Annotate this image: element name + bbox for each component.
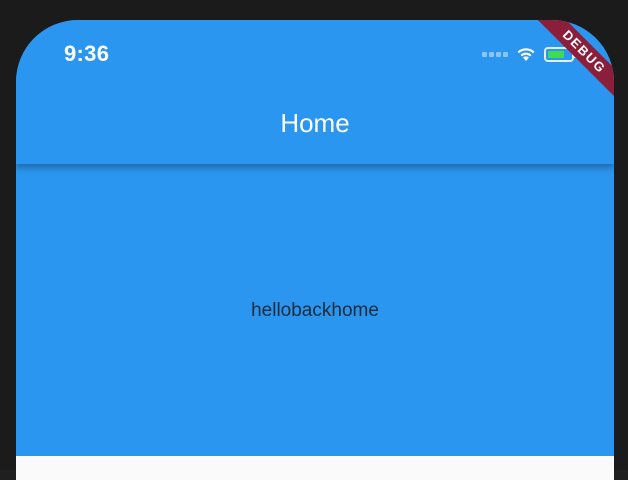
app-bar: 9:36 Home	[16, 20, 614, 164]
body-text: hellobackhome	[251, 300, 379, 321]
phone-frame: 9:36 Home hellobackhome DEBUG	[0, 0, 628, 480]
bottom-area	[16, 456, 614, 480]
status-icons	[482, 46, 577, 62]
page-title: Home	[280, 108, 350, 138]
wifi-icon	[516, 46, 536, 62]
cellular-signal-icon	[482, 51, 508, 57]
main-content: hellobackhome	[16, 164, 614, 456]
app-screen: 9:36 Home hellobackhome DEBUG	[16, 20, 614, 480]
status-time: 9:36	[64, 41, 110, 66]
